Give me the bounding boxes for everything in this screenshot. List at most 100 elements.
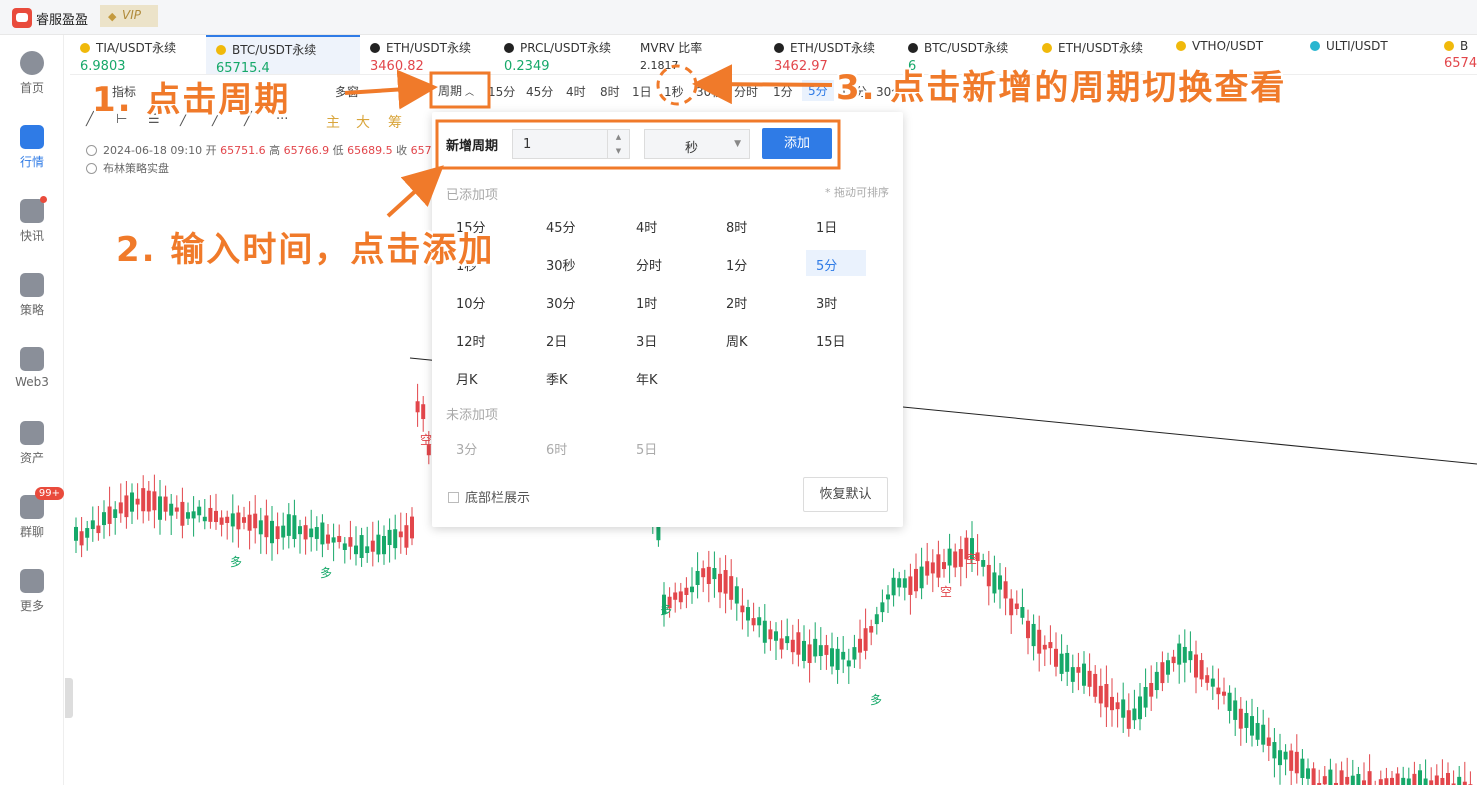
candle-body bbox=[1440, 777, 1445, 785]
candle-body bbox=[1110, 696, 1114, 711]
candle-body bbox=[863, 628, 868, 651]
sidebar-item-chat[interactable]: 99+ 群聊 bbox=[0, 487, 64, 540]
candle-body bbox=[1378, 779, 1383, 785]
chip-button[interactable]: 筹 bbox=[388, 112, 402, 132]
stepper-arrows-icon[interactable]: ▲ ▼ bbox=[607, 130, 629, 158]
ticker-name: B bbox=[1460, 39, 1469, 53]
collapse-icon[interactable] bbox=[86, 145, 97, 156]
ticker-tab[interactable]: ETH/USDT永续 3460.82 bbox=[360, 35, 481, 74]
candle-body bbox=[846, 660, 851, 667]
period-option[interactable]: 4时 bbox=[626, 212, 686, 238]
board-button[interactable]: 盘 bbox=[406, 83, 418, 100]
candle-body bbox=[258, 520, 263, 535]
vip-badge[interactable]: ◆ VIP bbox=[100, 5, 158, 27]
period-option[interactable]: 月K bbox=[446, 364, 506, 390]
period-option[interactable]: 5日 bbox=[626, 434, 686, 460]
period-option[interactable]: 8时 bbox=[716, 212, 776, 238]
sidebar-item-more[interactable]: 更多 bbox=[0, 569, 64, 614]
period-option[interactable]: 周K bbox=[716, 326, 776, 352]
ticker-tab[interactable]: PRCL/USDT永续 0.2349 bbox=[494, 35, 621, 74]
period-1s[interactable]: 1秒 bbox=[664, 83, 684, 100]
ticker-tab-active[interactable]: BTC/USDT永续 65715.4 bbox=[206, 35, 360, 74]
add-period-button[interactable]: 添加 bbox=[762, 128, 832, 159]
candle-body bbox=[1082, 663, 1086, 686]
candle-body bbox=[214, 510, 218, 523]
period-number-input[interactable]: 1 ▲ ▼ bbox=[512, 129, 630, 159]
candle-body bbox=[1300, 758, 1305, 779]
sidebar-item-news[interactable]: 快讯 bbox=[0, 196, 64, 244]
candle-body bbox=[146, 490, 151, 512]
reset-default-button[interactable]: 恢复默认 bbox=[803, 477, 888, 512]
period-45m[interactable]: 45分 bbox=[526, 83, 553, 100]
candle-date: 2024-06-18 09:10 bbox=[103, 144, 203, 157]
period-option[interactable]: 10分 bbox=[446, 288, 506, 314]
sidebar-item-home[interactable]: 首页 bbox=[0, 51, 64, 96]
period-option[interactable]: 30分 bbox=[536, 288, 596, 314]
candle-body bbox=[796, 632, 801, 655]
period-option[interactable]: 30秒 bbox=[536, 250, 596, 276]
big-order-button[interactable]: 大 bbox=[356, 112, 370, 132]
period-option[interactable]: 1时 bbox=[626, 288, 686, 314]
candle-body bbox=[202, 516, 207, 522]
candle-body bbox=[992, 572, 997, 594]
period-5m[interactable]: 5分 bbox=[802, 80, 834, 101]
candle-body bbox=[751, 618, 756, 626]
ticker-tab[interactable]: TIA/USDT永续 6.9803 bbox=[70, 35, 186, 74]
ticker-tab[interactable]: MVRV 比率 2.1817 bbox=[630, 35, 712, 74]
period-1m[interactable]: 1分 bbox=[773, 83, 793, 100]
period-time[interactable]: 分时 bbox=[734, 83, 758, 100]
sidebar-item-assets[interactable]: 资产 bbox=[0, 421, 64, 466]
period-option[interactable]: 15日 bbox=[806, 326, 866, 352]
ohlc-info: 2024-06-18 09:10 开 65751.6 高 65766.9 低 6… bbox=[86, 142, 432, 158]
period-option[interactable]: 季K bbox=[536, 364, 596, 390]
candle-body bbox=[152, 491, 157, 511]
candle-body bbox=[1087, 670, 1092, 687]
ticker-tab[interactable]: ULTI/USDT bbox=[1300, 35, 1398, 74]
app-name: 睿服盈盈 bbox=[36, 13, 89, 28]
step2-annotation: 2. 输入时间，点击添加 bbox=[116, 230, 495, 270]
period-option[interactable]: 分时 bbox=[626, 250, 686, 276]
period-30s[interactable]: 30秒 bbox=[696, 83, 723, 100]
candle-body bbox=[90, 520, 95, 530]
period-dropdown[interactable]: 周期 ︿ bbox=[434, 80, 478, 101]
period-label: 周期 bbox=[438, 84, 463, 98]
candle-body bbox=[813, 638, 818, 657]
period-option[interactable]: 6时 bbox=[536, 434, 596, 460]
candle-body bbox=[785, 636, 790, 644]
candle-body bbox=[947, 548, 952, 566]
sidebar-item-web3[interactable]: Web3 bbox=[0, 347, 64, 389]
period-unit-select[interactable]: 秒 ▼ bbox=[644, 129, 750, 159]
period-option[interactable]: 5分 bbox=[806, 250, 866, 276]
period-option[interactable]: 年K bbox=[626, 364, 686, 390]
sidebar-item-market[interactable]: 行情 bbox=[0, 125, 64, 170]
period-option[interactable]: 1日 bbox=[806, 212, 866, 238]
period-4h[interactable]: 4时 bbox=[566, 83, 586, 100]
candle-body bbox=[247, 514, 252, 531]
period-option[interactable]: 2时 bbox=[716, 288, 776, 314]
collapse-icon[interactable] bbox=[86, 163, 97, 174]
multi-window-button[interactable]: 多窗 bbox=[335, 83, 359, 100]
bottom-bar-checkbox[interactable]: 底部栏展示 bbox=[448, 487, 530, 506]
candle-body bbox=[124, 495, 129, 518]
candle-body bbox=[74, 526, 78, 541]
period-option[interactable]: 3日 bbox=[626, 326, 686, 352]
main-force-button[interactable]: 主 bbox=[326, 112, 340, 132]
ticker-name: VTHO/USDT bbox=[1192, 39, 1264, 53]
period-option[interactable]: 12时 bbox=[446, 326, 506, 352]
period-8h[interactable]: 8时 bbox=[600, 83, 620, 100]
ticker-tab[interactable]: B 6574 bbox=[1434, 35, 1477, 74]
candle-body bbox=[107, 506, 112, 524]
period-1d[interactable]: 1日 bbox=[632, 83, 652, 100]
candle-body bbox=[236, 512, 241, 530]
period-option[interactable]: 1分 bbox=[716, 250, 776, 276]
period-15m[interactable]: 15分 bbox=[488, 83, 515, 100]
period-option[interactable]: 2日 bbox=[536, 326, 596, 352]
ticker-name: MVRV 比率 bbox=[640, 41, 703, 55]
sidebar-item-strategy[interactable]: 策略 bbox=[0, 273, 64, 318]
candle-body bbox=[180, 501, 185, 526]
sidebar-item-label: 策略 bbox=[19, 303, 44, 317]
period-option[interactable]: 45分 bbox=[536, 212, 596, 238]
period-option[interactable]: 3分 bbox=[446, 434, 506, 460]
candle-body bbox=[1149, 682, 1154, 697]
period-option[interactable]: 3时 bbox=[806, 288, 866, 314]
